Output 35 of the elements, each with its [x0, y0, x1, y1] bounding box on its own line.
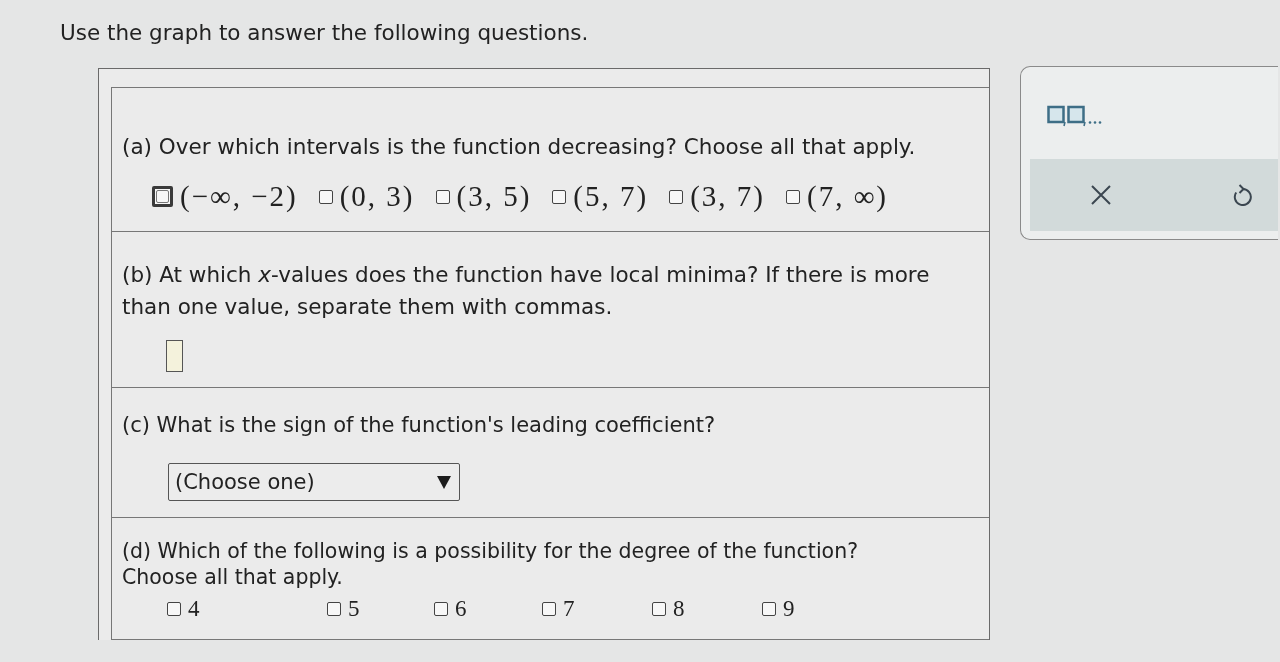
- option-label: 4: [188, 596, 200, 622]
- question-text: (c) What is the sign of the function's leading coefficient?: [122, 412, 716, 439]
- checkbox[interactable]: [435, 189, 450, 204]
- option-label: (3, 5): [456, 180, 532, 213]
- option-label: 8: [673, 596, 685, 622]
- checkbox[interactable]: [542, 602, 556, 616]
- option-label: (3, 7): [690, 180, 765, 213]
- undo-button[interactable]: [1233, 184, 1253, 206]
- checkbox[interactable]: [434, 602, 448, 616]
- option-label: (0, 3): [339, 180, 415, 213]
- checkbox[interactable]: [652, 602, 666, 616]
- option-label: 5: [348, 596, 360, 622]
- option-label: (7, ∞): [807, 180, 888, 213]
- option-label: 6: [455, 596, 467, 622]
- answer-box[interactable]: [166, 340, 183, 372]
- question-text: (d) Which of the following is a possibility for the degree of the function? Choose all that apply.: [122, 538, 859, 590]
- checkbox[interactable]: [552, 189, 567, 204]
- option-label: (5, 7): [573, 180, 649, 213]
- option-label: 9: [783, 596, 795, 622]
- instructions-text: Use the graph to answer the following questions.: [60, 19, 589, 47]
- checkbox[interactable]: [327, 602, 341, 616]
- cross-icon: [1091, 185, 1111, 205]
- checkbox[interactable]: [762, 602, 776, 616]
- checkbox[interactable]: [167, 602, 181, 616]
- option-label: 7: [563, 596, 575, 622]
- question-text: (a) Over which intervals is the function decreasing? Choose all that apply.: [122, 133, 916, 161]
- clear-button[interactable]: [1091, 185, 1111, 205]
- option-label: (−∞, −2): [180, 180, 298, 213]
- undo-icon: [1233, 184, 1253, 206]
- dropdown[interactable]: (Choose one): [168, 463, 460, 501]
- caret-icon: [437, 475, 451, 489]
- checkbox[interactable]: [669, 189, 684, 204]
- checkbox[interactable]: [786, 189, 800, 204]
- checkbox[interactable]: [318, 189, 333, 204]
- question-text: (b) At which x-values does the function have local minima? If there is more than one value, separate them with commas.: [122, 261, 930, 321]
